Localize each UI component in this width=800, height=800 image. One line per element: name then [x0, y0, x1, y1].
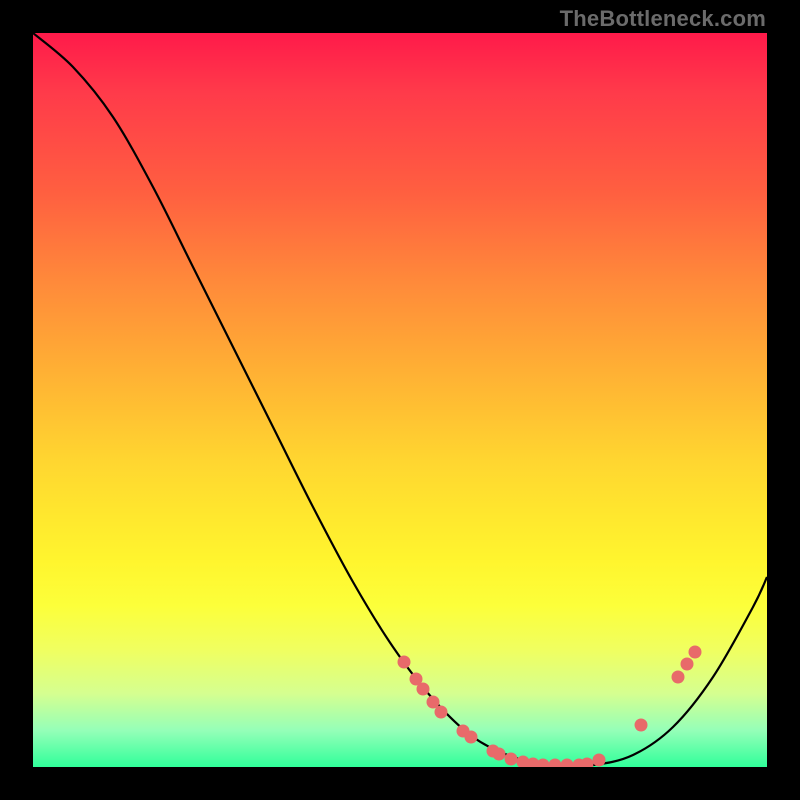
data-point [398, 656, 411, 669]
data-point [672, 671, 685, 684]
data-point [417, 683, 430, 696]
data-point [435, 706, 448, 719]
data-point [635, 719, 648, 732]
data-point [689, 646, 702, 659]
data-point [681, 658, 694, 671]
curve-layer [33, 33, 767, 767]
data-point [593, 754, 606, 767]
scatter-points [398, 646, 702, 768]
data-point [581, 758, 594, 768]
plot-area [33, 33, 767, 767]
data-point [537, 759, 550, 768]
data-point [561, 759, 574, 768]
data-point [465, 731, 478, 744]
data-point [549, 759, 562, 768]
bottleneck-curve [33, 33, 767, 766]
attribution-text: TheBottleneck.com [560, 6, 766, 32]
data-point [493, 748, 506, 761]
data-point [505, 753, 518, 766]
